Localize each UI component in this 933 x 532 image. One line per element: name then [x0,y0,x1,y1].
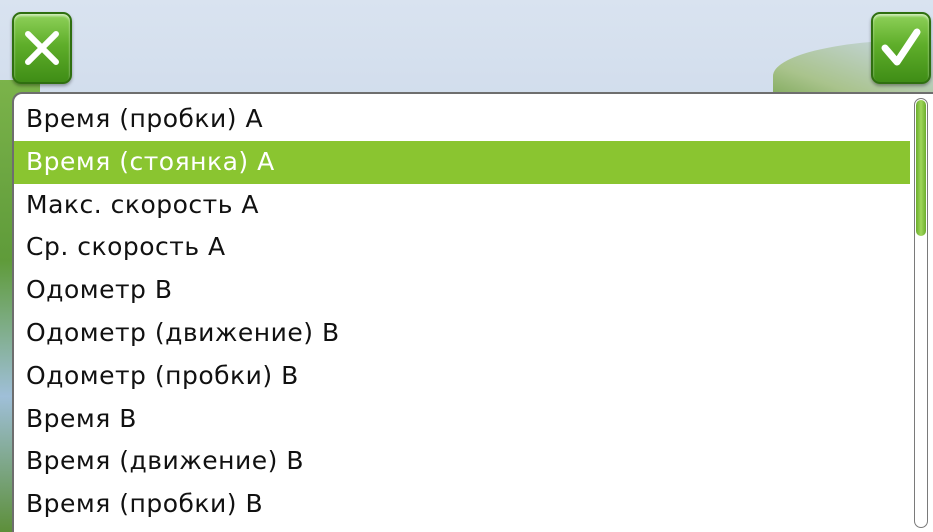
top-toolbar [0,0,933,90]
cancel-button[interactable] [12,12,72,84]
options-list-panel: Время (пробки) А Время (стоянка) А Макс.… [12,92,933,532]
list-item[interactable]: Макс. скорость А [14,184,910,227]
scrollbar-thumb[interactable] [916,100,926,236]
confirm-button[interactable] [871,12,931,84]
list-item[interactable]: Одометр (движение) В [14,312,910,355]
list-item[interactable]: Одометр (пробки) В [14,355,910,398]
list-item[interactable]: Время (движение) В [14,440,910,483]
list-item[interactable]: Одометр В [14,269,910,312]
list-item[interactable]: Время В [14,398,910,441]
list-scrollbar[interactable] [914,98,928,528]
checkmark-icon [881,28,921,66]
list-item[interactable]: Ср. скорость А [14,226,910,269]
list-item[interactable]: Время (пробки) В [14,483,910,526]
list-item[interactable]: Время (стоянка) А [14,140,910,184]
list-item[interactable]: Время (пробки) А [14,98,910,141]
options-list: Время (пробки) А Время (стоянка) А Макс.… [14,98,910,526]
close-x-icon [25,31,59,65]
